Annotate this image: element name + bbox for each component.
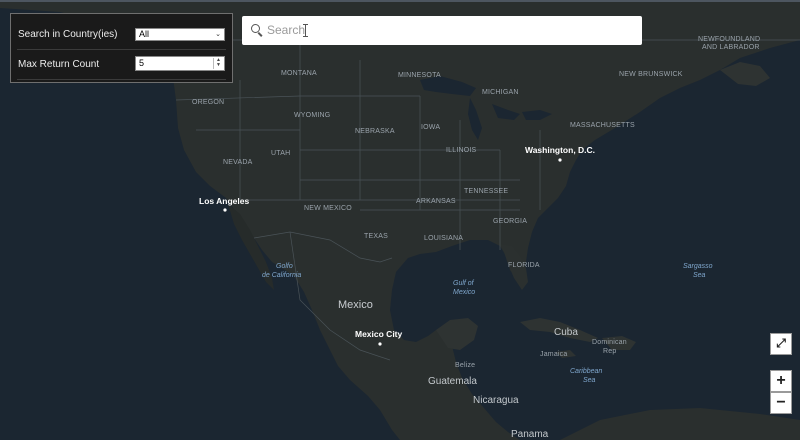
label-los-angeles: Los Angeles xyxy=(199,196,249,206)
label-louisiana: LOUISIANA xyxy=(424,235,463,242)
label-gulf-of: Gulf of xyxy=(453,280,475,287)
label-michigan: MICHIGAN xyxy=(482,89,519,96)
max-count-value: 5 xyxy=(139,58,145,68)
label-georgia: GEORGIA xyxy=(493,218,527,225)
fullscreen-button[interactable]: ⤢ xyxy=(770,333,792,355)
mexico-city-dot xyxy=(378,342,382,346)
label-labrador: AND LABRADOR xyxy=(702,44,760,51)
search-icon xyxy=(251,24,260,33)
label-washington: Washington, D.C. xyxy=(525,145,595,155)
label-texas: TEXAS xyxy=(364,233,388,240)
los-angeles-dot xyxy=(223,208,227,212)
zoom-out-button[interactable]: − xyxy=(770,392,792,414)
label-utah: UTAH xyxy=(271,150,290,157)
search-input[interactable] xyxy=(267,21,627,39)
max-count-label: Max Return Count xyxy=(18,59,100,70)
label-jamaica: Jamaica xyxy=(540,351,567,358)
top-edge xyxy=(0,0,800,2)
label-nevada: NEVADA xyxy=(223,159,253,166)
label-dominican-rep: Rep xyxy=(603,348,616,355)
text-cursor-icon xyxy=(303,24,308,37)
country-row: Search in Country(ies) All ⌄ xyxy=(17,21,226,50)
country-select-value: All xyxy=(139,29,150,39)
label-de-california: de California xyxy=(262,272,301,279)
label-newfoundland: NEWFOUNDLAND xyxy=(698,36,760,43)
max-count-row: Max Return Count 5 ▲ ▼ xyxy=(17,51,226,80)
label-cuba: Cuba xyxy=(554,327,578,338)
label-gulf-mexico: Mexico xyxy=(453,289,475,296)
label-arkansas: ARKANSAS xyxy=(416,198,456,205)
chevron-down-icon: ⌄ xyxy=(215,31,221,38)
country-label: Search in Country(ies) xyxy=(18,29,118,40)
label-illinois: ILLINOIS xyxy=(446,147,477,154)
minus-icon: − xyxy=(776,394,786,411)
label-caribbean-sea: Sea xyxy=(583,377,596,384)
label-caribbean: Caribbean xyxy=(570,368,602,375)
max-count-stepper[interactable]: 5 ▲ ▼ xyxy=(135,56,225,71)
label-oregon: OREGON xyxy=(192,99,224,106)
label-sargasso-sea: Sea xyxy=(693,272,706,279)
washington-dot xyxy=(558,158,562,162)
label-mexico: Mexico xyxy=(338,299,373,311)
label-tennessee: TENNESSEE xyxy=(464,188,508,195)
label-panama: Panama xyxy=(511,429,549,440)
country-select[interactable]: All ⌄ xyxy=(135,28,225,41)
label-dominican: Dominican xyxy=(592,339,627,346)
search-box xyxy=(242,16,642,45)
label-sargasso: Sargasso xyxy=(683,263,713,270)
stepper-down-icon[interactable]: ▼ xyxy=(214,63,223,68)
label-nicaragua: Nicaragua xyxy=(473,395,519,406)
label-new-mexico: NEW MEXICO xyxy=(304,205,352,212)
label-new-brunswick: NEW BRUNSWICK xyxy=(619,71,683,78)
label-massachusetts: MASSACHUSETTS xyxy=(570,122,635,129)
stepper-spin[interactable]: ▲ ▼ xyxy=(213,58,223,69)
label-mexico-city: Mexico City xyxy=(355,329,403,339)
label-nebraska: NEBRASKA xyxy=(355,128,395,135)
label-guatemala: Guatemala xyxy=(428,376,477,387)
search-options-panel: Search in Country(ies) All ⌄ Max Return … xyxy=(10,13,233,83)
label-belize: Belize xyxy=(455,362,475,369)
label-minnesota: MINNESOTA xyxy=(398,72,441,79)
fullscreen-icon: ⤢ xyxy=(776,336,786,350)
label-montana: MONTANA xyxy=(281,70,317,77)
label-wyoming: WYOMING xyxy=(294,112,330,119)
zoom-in-button[interactable]: + xyxy=(770,370,792,392)
label-florida: FLORIDA xyxy=(508,262,540,269)
plus-icon: + xyxy=(776,372,786,389)
label-golfo: Golfo xyxy=(276,263,293,270)
label-iowa: IOWA xyxy=(421,124,440,131)
